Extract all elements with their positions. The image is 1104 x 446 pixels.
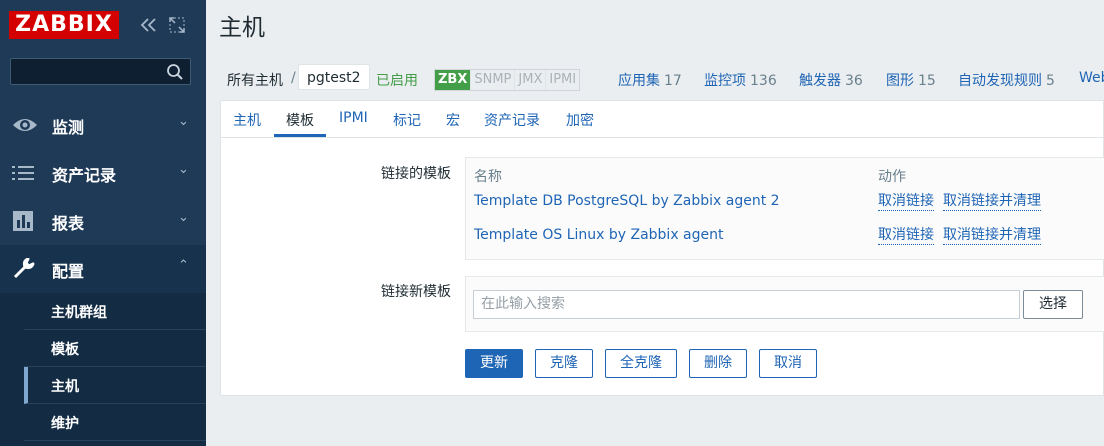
- chevron-down-icon: ⌄: [178, 210, 189, 225]
- chevron-down-icon: ⌄: [178, 162, 189, 177]
- submenu-hosts-label: 主机: [51, 379, 79, 395]
- nav-link-graphs[interactable]: 图形 15: [886, 70, 936, 90]
- menu-monitoring[interactable]: 监测 ⌄: [0, 101, 206, 149]
- menu-inventory-label: 资产记录: [52, 166, 117, 185]
- nav-link-graphs-count: 15: [918, 73, 936, 89]
- nav-link-graphs-label: 图形: [886, 73, 914, 89]
- nav-link-web[interactable]: Web: [1079, 70, 1104, 86]
- menu-reports[interactable]: 报表 ⌄: [0, 197, 206, 245]
- tab-inventory[interactable]: 资产记录: [484, 110, 540, 130]
- tab-encryption[interactable]: 加密: [566, 110, 594, 130]
- breadcrumb-separator: /: [291, 70, 296, 86]
- submenu-host-groups-label: 主机群组: [51, 305, 107, 321]
- column-action-header: 动作: [878, 169, 906, 185]
- nav-link-applications[interactable]: 应用集 17: [618, 70, 682, 90]
- column-name-header: 名称: [474, 169, 502, 185]
- chevron-down-icon: ⌄: [178, 114, 189, 129]
- availability-ipmi: IPMI: [549, 72, 577, 87]
- nav-link-items[interactable]: 监控项 136: [704, 70, 777, 90]
- availability-snmp: SNMP: [471, 70, 516, 90]
- submenu-host-groups[interactable]: 主机群组: [24, 293, 206, 330]
- linked-template-link[interactable]: Template OS Linux by Zabbix agent: [474, 227, 724, 243]
- wrench-icon: [12, 257, 36, 280]
- collapse-sidebar-icon[interactable]: [138, 14, 160, 36]
- bar-chart-icon: [12, 210, 36, 232]
- tab-templates[interactable]: 模板: [286, 110, 314, 130]
- nav-link-triggers-label: 触发器: [799, 73, 841, 89]
- nav-link-discovery-rules-label: 自动发现规则: [958, 73, 1042, 89]
- tab-ipmi[interactable]: IPMI: [339, 110, 368, 126]
- host-tabs: 主机 模板 IPMI 标记 宏 资产记录 加密: [221, 101, 1104, 138]
- unlink-and-clear-link[interactable]: 取消链接并清理: [943, 227, 1041, 245]
- menu-inventory[interactable]: 资产记录 ⌄: [0, 149, 206, 197]
- eye-icon: [12, 114, 37, 136]
- sidebar-search-input[interactable]: [10, 58, 191, 85]
- linked-templates-table: 名称 动作 Template DB PostgreSQL by Zabbix a…: [465, 157, 1104, 260]
- update-button[interactable]: 更新: [465, 349, 523, 378]
- search-icon[interactable]: [166, 63, 184, 81]
- menu-reports-label: 报表: [52, 214, 85, 233]
- tab-tags[interactable]: 标记: [393, 110, 421, 130]
- delete-button[interactable]: 删除: [689, 349, 747, 378]
- unlink-and-clear-link[interactable]: 取消链接并清理: [943, 193, 1041, 211]
- unlink-link[interactable]: 取消链接: [878, 193, 934, 211]
- list-icon: [12, 162, 36, 184]
- page-title: 主机: [219, 15, 265, 41]
- nav-link-items-label: 监控项: [704, 73, 746, 89]
- full-clone-button[interactable]: 全克隆: [605, 349, 677, 378]
- nav-link-discovery-rules-count: 5: [1046, 73, 1055, 89]
- submenu-maintenance[interactable]: 维护: [24, 404, 206, 441]
- menu-configuration-label: 配置: [52, 262, 85, 281]
- linked-templates-label: 链接的模板: [381, 166, 451, 182]
- nav-link-triggers-count: 36: [845, 73, 863, 89]
- menu-monitoring-label: 监测: [52, 118, 85, 137]
- tab-macros[interactable]: 宏: [446, 110, 460, 130]
- sidebar: ZABBIX 监测 ⌄ 资产记录 ⌄ 报表 ⌄ 配置 ⌃ 主机群组 模板 主机 …: [0, 0, 206, 446]
- submenu-maintenance-label: 维护: [51, 416, 79, 432]
- active-tab-indicator: [274, 134, 326, 137]
- select-button[interactable]: 选择: [1023, 290, 1083, 319]
- link-new-templates-label: 链接新模板: [381, 284, 451, 300]
- availability-jmx: JMX: [515, 70, 547, 90]
- submenu-templates-label: 模板: [51, 342, 79, 358]
- availability-zbx: ZBX: [435, 70, 472, 90]
- linked-template-link[interactable]: Template DB PostgreSQL by Zabbix agent 2: [474, 193, 780, 209]
- tab-host[interactable]: 主机: [233, 110, 261, 130]
- nav-link-triggers[interactable]: 触发器 36: [799, 70, 863, 90]
- menu-configuration[interactable]: 配置 ⌃: [0, 245, 206, 293]
- submenu-hosts[interactable]: 主机: [24, 367, 206, 404]
- zabbix-logo[interactable]: ZABBIX: [9, 11, 119, 39]
- template-search-input[interactable]: 在此输入搜索: [473, 290, 1020, 319]
- configuration-submenu: 主机群组 模板 主机 维护: [0, 293, 206, 446]
- link-new-templates-box: 在此输入搜索 选择: [465, 276, 1104, 332]
- clone-button[interactable]: 克隆: [535, 349, 593, 378]
- breadcrumb-current-host: pgtest2: [298, 64, 370, 90]
- submenu-templates[interactable]: 模板: [24, 330, 206, 367]
- nav-link-applications-label: 应用集: [618, 73, 660, 89]
- host-form-panel: 主机 模板 IPMI 标记 宏 资产记录 加密 链接的模板 名称 动作 Temp…: [220, 100, 1104, 396]
- chevron-up-icon: ⌃: [178, 258, 189, 273]
- nav-link-items-count: 136: [750, 73, 777, 89]
- unlink-link[interactable]: 取消链接: [878, 227, 934, 245]
- cancel-button[interactable]: 取消: [759, 349, 817, 378]
- availability-indicators: ZBX SNMP JMX IPMI: [434, 69, 581, 91]
- nav-link-discovery-rules[interactable]: 自动发现规则 5: [958, 70, 1055, 90]
- breadcrumb-all-hosts[interactable]: 所有主机: [227, 70, 283, 90]
- nav-link-applications-count: 17: [664, 73, 682, 89]
- host-status-enabled[interactable]: 已启用: [376, 70, 418, 90]
- kiosk-mode-icon[interactable]: [168, 16, 186, 34]
- host-navigation-bar: 所有主机 / pgtest2 已启用 ZBX SNMP JMX IPMI 应用集…: [206, 51, 1104, 101]
